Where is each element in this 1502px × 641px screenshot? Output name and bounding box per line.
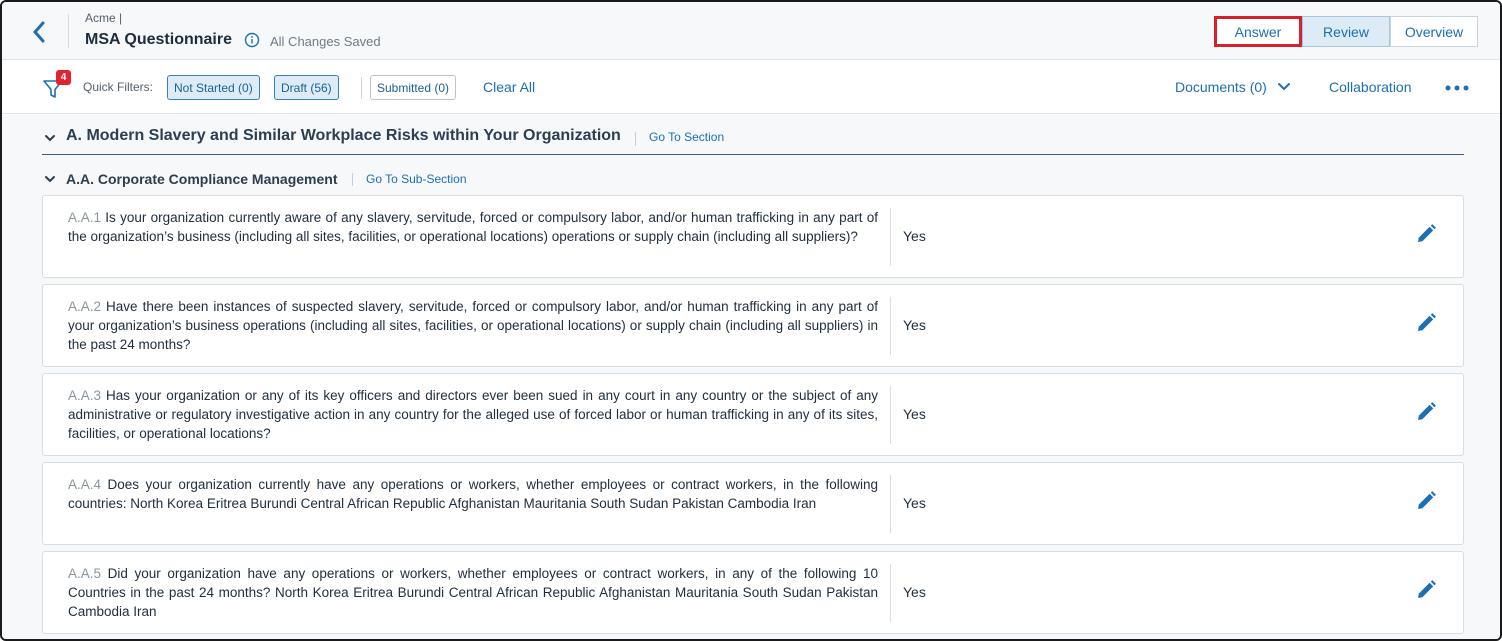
question-answer: Yes bbox=[903, 228, 926, 244]
chevron-down-icon[interactable] bbox=[44, 173, 56, 185]
question-card: A.A.4 Does your organization currently h… bbox=[42, 462, 1464, 545]
question-body: Did your organization have any operation… bbox=[68, 566, 878, 619]
question-text: A.A.3 Has your organization or any of it… bbox=[68, 386, 878, 443]
header: Acme | MSA Questionnaire All Changes Sav… bbox=[2, 2, 1500, 60]
question-text: A.A.5 Did your organization have any ope… bbox=[68, 564, 878, 621]
go-to-section-link[interactable]: Go To Section bbox=[649, 130, 724, 144]
chevron-down-icon[interactable] bbox=[44, 132, 56, 144]
collaboration-link[interactable]: Collaboration bbox=[1329, 79, 1412, 95]
question-card: A.A.3 Has your organization or any of it… bbox=[42, 373, 1464, 456]
question-text: A.A.2 Have there been instances of suspe… bbox=[68, 297, 878, 354]
question-answer: Yes bbox=[903, 317, 926, 333]
filter-count-badge: 4 bbox=[56, 70, 71, 85]
subsection-header: A.A. Corporate Compliance Management Go … bbox=[42, 170, 1464, 190]
tab-answer[interactable]: Answer bbox=[1214, 16, 1302, 47]
question-number: A.A.1 bbox=[68, 210, 102, 225]
question-divider bbox=[890, 386, 891, 444]
question-body: Has your organization or any of its key … bbox=[68, 388, 878, 441]
question-number: A.A.2 bbox=[68, 299, 102, 314]
question-body: Have there been instances of suspected s… bbox=[68, 299, 878, 352]
question-body: Is your organization currently aware of … bbox=[68, 210, 878, 244]
more-horizontal-icon[interactable] bbox=[1444, 82, 1470, 94]
chip-submitted[interactable]: Submitted (0) bbox=[370, 75, 457, 100]
question-answer: Yes bbox=[903, 406, 926, 422]
clear-all-link[interactable]: Clear All bbox=[483, 79, 535, 95]
header-divider bbox=[68, 14, 69, 48]
question-body: Does your organization currently have an… bbox=[68, 477, 878, 511]
question-divider bbox=[890, 208, 891, 266]
section-title: A. Modern Slavery and Similar Workplace … bbox=[66, 127, 621, 144]
save-status: All Changes Saved bbox=[270, 34, 381, 49]
filter-bar: 4 Quick Filters: Not Started (0) Draft (… bbox=[2, 60, 1500, 114]
page-title: MSA Questionnaire bbox=[85, 31, 232, 48]
section-divider bbox=[635, 132, 636, 146]
pencil-icon[interactable] bbox=[1415, 312, 1437, 334]
filter-divider bbox=[361, 77, 362, 99]
question-divider bbox=[890, 297, 891, 355]
section-header: A. Modern Slavery and Similar Workplace … bbox=[42, 125, 1464, 155]
pencil-icon[interactable] bbox=[1415, 223, 1437, 245]
company-name: Acme | bbox=[85, 11, 123, 25]
documents-dropdown[interactable]: Documents (0) bbox=[1175, 79, 1291, 95]
tab-overview[interactable]: Overview bbox=[1390, 16, 1478, 47]
question-number: A.A.3 bbox=[68, 388, 102, 403]
questionnaire-content: A. Modern Slavery and Similar Workplace … bbox=[2, 115, 1500, 639]
question-answer: Yes bbox=[903, 584, 926, 600]
pencil-icon[interactable] bbox=[1415, 579, 1437, 601]
question-divider bbox=[890, 475, 891, 533]
pencil-icon[interactable] bbox=[1415, 401, 1437, 423]
question-card: A.A.1 Is your organization currently awa… bbox=[42, 195, 1464, 278]
subsection-title: A.A. Corporate Compliance Management bbox=[66, 171, 338, 187]
subsection-divider bbox=[352, 173, 353, 186]
go-to-subsection-link[interactable]: Go To Sub-Section bbox=[366, 172, 467, 186]
back-button[interactable] bbox=[26, 18, 52, 46]
tab-review[interactable]: Review bbox=[1302, 16, 1390, 47]
question-text: A.A.1 Is your organization currently awa… bbox=[68, 208, 878, 246]
question-card: A.A.2 Have there been instances of suspe… bbox=[42, 284, 1464, 367]
chip-not-started[interactable]: Not Started (0) bbox=[167, 75, 260, 100]
question-text: A.A.4 Does your organization currently h… bbox=[68, 475, 878, 513]
question-divider bbox=[890, 564, 891, 622]
pencil-icon[interactable] bbox=[1415, 490, 1437, 512]
quick-filters-label: Quick Filters: bbox=[83, 80, 154, 94]
chevron-left-icon bbox=[33, 21, 45, 43]
view-mode-tabs: Answer Review Overview bbox=[1214, 16, 1478, 47]
info-icon[interactable] bbox=[244, 32, 260, 48]
question-number: A.A.4 bbox=[68, 477, 102, 492]
app-window: Acme | MSA Questionnaire All Changes Sav… bbox=[0, 0, 1502, 641]
question-card: A.A.5 Did your organization have any ope… bbox=[42, 551, 1464, 634]
chip-draft[interactable]: Draft (56) bbox=[274, 75, 339, 100]
question-number: A.A.5 bbox=[68, 566, 102, 581]
question-answer: Yes bbox=[903, 495, 926, 511]
documents-label: Documents (0) bbox=[1175, 79, 1267, 95]
chevron-down-icon bbox=[1277, 83, 1290, 91]
